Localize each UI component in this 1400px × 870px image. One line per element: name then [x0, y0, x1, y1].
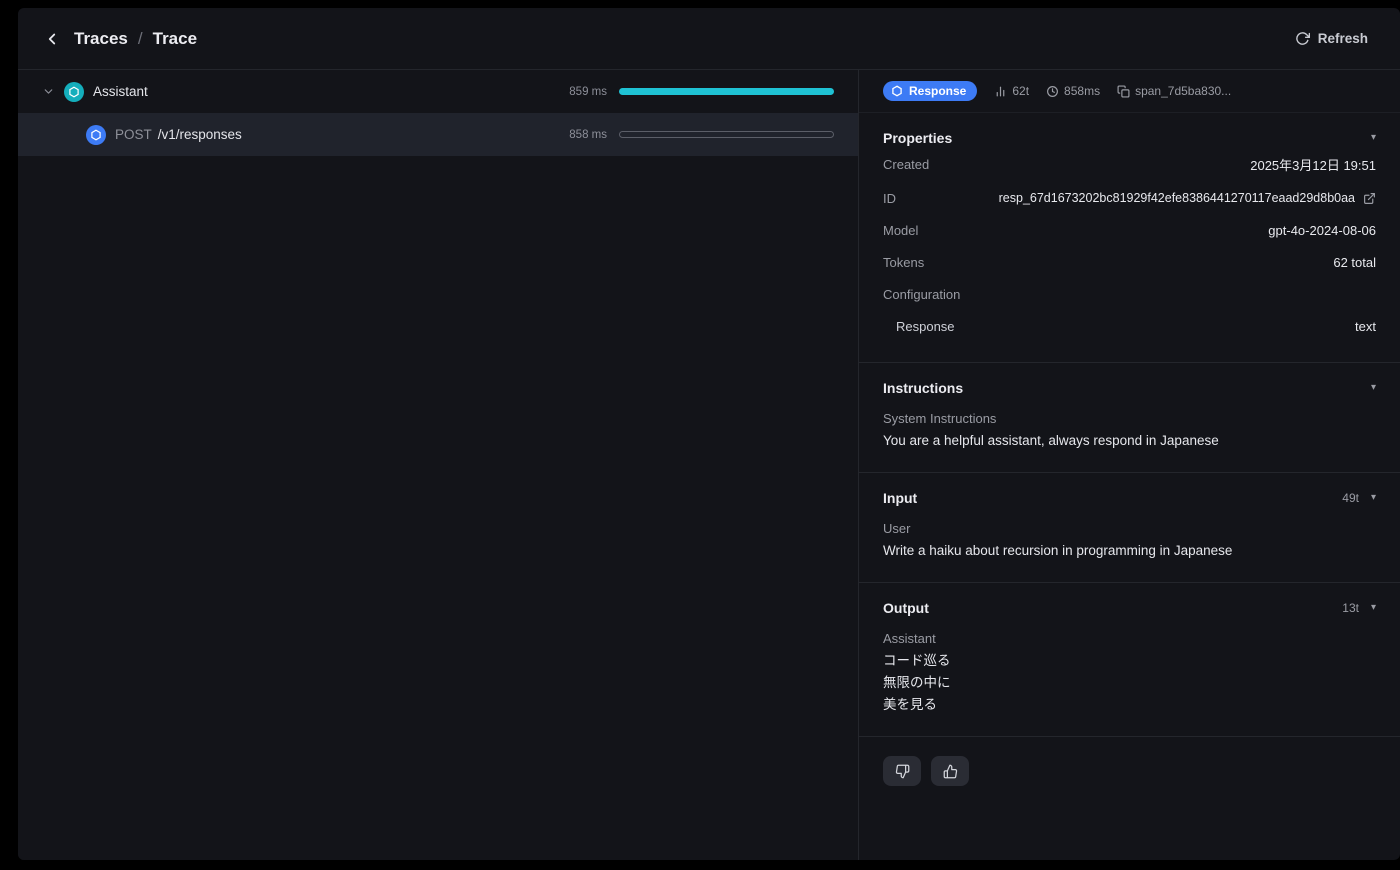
message-role: System Instructions — [883, 411, 997, 426]
chevron-down-icon[interactable]: ▾ — [1371, 493, 1376, 503]
trace-row-post-responses[interactable]: POST /v1/responses 858 ms — [18, 113, 858, 156]
property-label: ID — [883, 190, 896, 206]
openai-logo-icon — [892, 85, 902, 97]
property-label: Created — [883, 156, 930, 172]
external-link-icon[interactable] — [1363, 192, 1376, 205]
trace-row-assistant[interactable]: Assistant 859 ms — [18, 70, 858, 113]
breadcrumb: Traces / Trace — [40, 27, 197, 51]
chevron-down-icon[interactable] — [42, 85, 56, 98]
trace-row-duration: 858 ms — [569, 128, 607, 141]
response-type-badge[interactable]: Response — [883, 81, 978, 101]
message-role: Assistant — [883, 631, 936, 646]
property-label: Response — [896, 318, 955, 334]
trace-tree: Assistant 859 ms POST /v1/responses 858 … — [18, 70, 858, 860]
haiku-line: コード巡る — [883, 653, 951, 668]
http-method-label: POST — [115, 127, 152, 142]
trace-viewer-window: Traces / Trace Refresh Assistant 859 ms — [18, 8, 1400, 860]
property-value: text — [1355, 318, 1376, 334]
duration-bar-outline — [619, 131, 834, 138]
copy-icon — [1117, 84, 1130, 98]
message-text: Write a haiku about recursion in program… — [883, 543, 1233, 558]
span-meta-bar: Response 62t 858ms span_7d5ba830... — [859, 70, 1400, 113]
input-section: Input 49t ▾ User Write a haiku about rec… — [859, 473, 1400, 583]
configuration-group-label: Configuration — [883, 286, 961, 302]
section-title: Instructions — [883, 380, 964, 396]
chevron-down-icon[interactable]: ▾ — [1371, 603, 1376, 613]
clock-icon — [1047, 85, 1059, 97]
breadcrumb-traces[interactable]: Traces — [74, 29, 128, 49]
badge-label: Response — [909, 84, 967, 98]
trace-row-label: Assistant — [93, 84, 148, 99]
thumbs-up-button[interactable] — [931, 756, 969, 786]
duration-stat: 858ms — [1046, 84, 1100, 98]
response-span-icon — [86, 124, 106, 145]
message-text: You are a helpful assistant, always resp… — [883, 433, 1219, 448]
chevron-down-icon[interactable]: ▾ — [1371, 383, 1376, 393]
property-row-model: Model gpt-4o-2024-08-06 — [883, 214, 1376, 246]
message-text: コード巡る 無限の中に 美を見る — [883, 650, 1376, 716]
thumbs-up-icon — [943, 764, 957, 778]
property-label: Tokens — [883, 254, 925, 270]
section-title: Output — [883, 600, 929, 616]
section-token-count: 49t — [1342, 491, 1359, 505]
header: Traces / Trace Refresh — [18, 8, 1400, 70]
property-value: 62 total — [1333, 254, 1376, 270]
feedback-bar — [859, 737, 1400, 810]
thumbs-down-button[interactable] — [883, 756, 921, 786]
haiku-line: 無限の中に — [883, 675, 951, 690]
refresh-button[interactable]: Refresh — [1291, 25, 1372, 52]
property-value: gpt-4o-2024-08-06 — [1268, 222, 1376, 238]
back-button[interactable] — [40, 27, 64, 51]
message-role: User — [883, 521, 911, 536]
token-count-stat: 62t — [994, 84, 1029, 98]
section-title: Input — [883, 490, 918, 506]
output-section: Output 13t ▾ Assistant コード巡る 無限の中に 美を見る — [859, 583, 1400, 737]
section-title: Properties — [883, 130, 953, 146]
property-row-id: ID resp_67d1673202bc81929f42efe838644127… — [883, 182, 1376, 214]
haiku-line: 美を見る — [883, 697, 937, 712]
thumbs-down-icon — [895, 764, 909, 778]
property-value: resp_67d1673202bc81929f42efe838644127011… — [999, 191, 1376, 205]
chevron-left-icon — [48, 33, 56, 44]
endpoint-path-label: /v1/responses — [157, 127, 242, 142]
section-token-count: 13t — [1342, 601, 1359, 615]
instructions-section: Instructions ▾ System Instructions You a… — [859, 363, 1400, 473]
bar-chart-icon — [997, 86, 1005, 96]
breadcrumb-separator: / — [137, 28, 143, 48]
configuration-row-response: Response text — [883, 310, 1376, 342]
chevron-down-icon[interactable]: ▾ — [1371, 133, 1376, 143]
property-label: Model — [883, 222, 919, 238]
properties-section: Properties ▾ Created 2025年3月12日 19:51 ID… — [859, 113, 1400, 363]
span-detail-panel: Response 62t 858ms span_7d5ba830... Prop… — [858, 70, 1400, 860]
duration-bar-filled — [619, 88, 834, 95]
assistant-agent-icon — [64, 81, 84, 102]
refresh-label: Refresh — [1317, 31, 1368, 46]
property-value: 2025年3月12日 19:51 — [1250, 157, 1376, 173]
breadcrumb-trace: Trace — [152, 28, 198, 48]
property-row-created: Created 2025年3月12日 19:51 — [883, 146, 1376, 182]
trace-row-duration: 859 ms — [569, 85, 607, 98]
refresh-icon — [1295, 32, 1310, 45]
span-id-chip[interactable]: span_7d5ba830... — [1117, 84, 1231, 98]
property-row-tokens: Tokens 62 total — [883, 246, 1376, 278]
